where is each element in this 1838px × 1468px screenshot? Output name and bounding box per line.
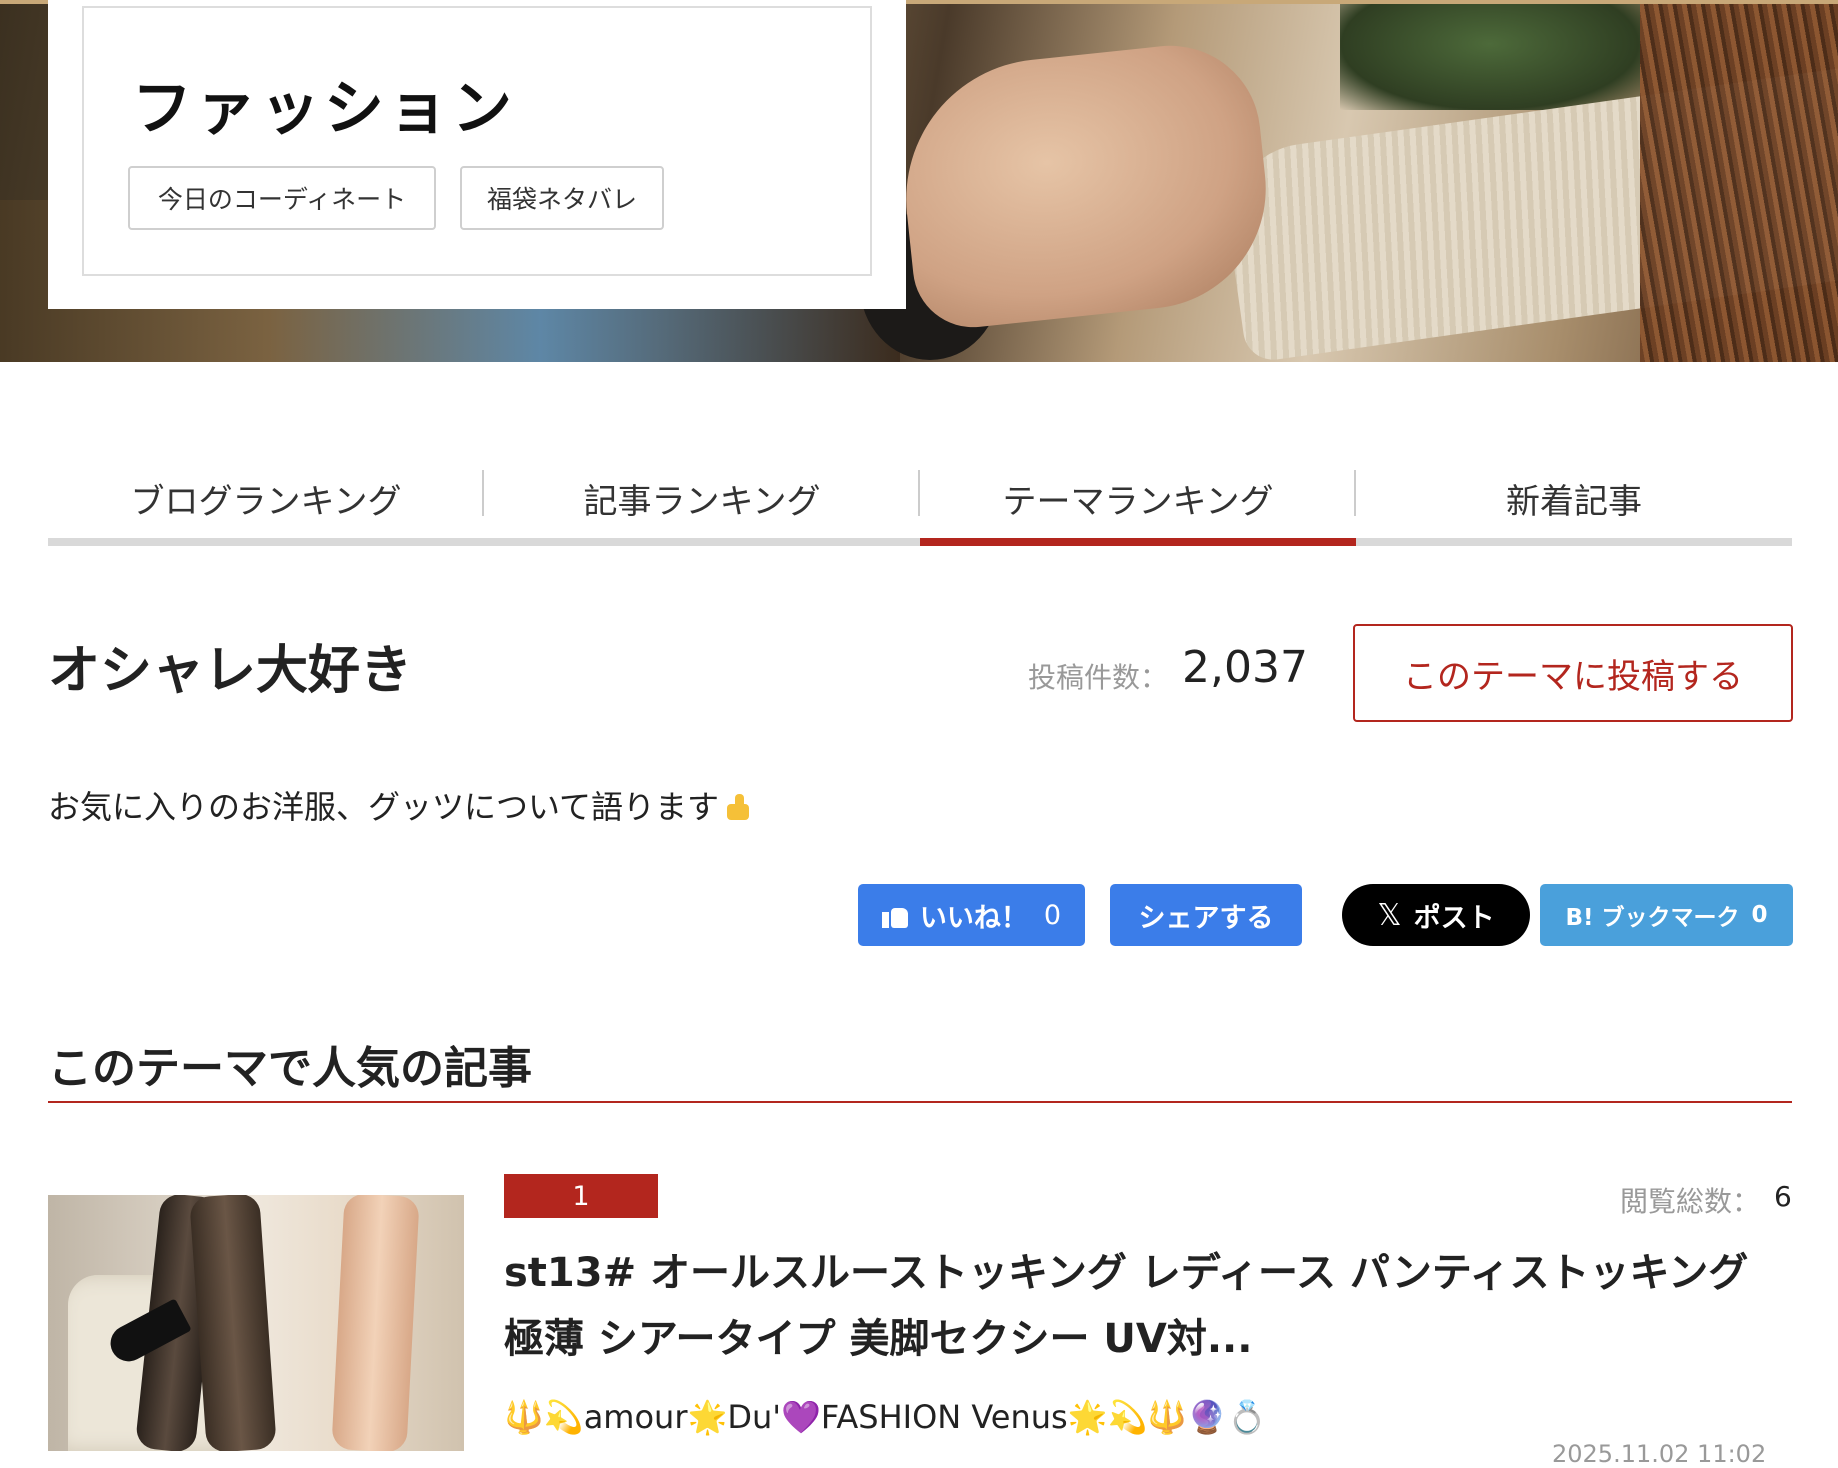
post-count-value: 2,037 xyxy=(1182,642,1308,693)
thumbnail-leg xyxy=(331,1195,420,1451)
hero-photo-hand xyxy=(892,36,1278,334)
tab-article-ranking[interactable]: 記事ランキング xyxy=(484,450,920,546)
hero-photo-foliage xyxy=(1340,0,1640,110)
hero-banner: ファッション 今日のコーディネート 福袋ネタバレ xyxy=(0,0,1838,362)
hatena-label: B! ブックマーク xyxy=(1565,905,1740,931)
views-label: 閲覧総数： xyxy=(1620,1185,1761,1218)
facebook-share-button[interactable]: シェアする xyxy=(1110,884,1302,946)
x-post-label: ポスト xyxy=(1413,902,1495,934)
theme-title: オシャレ大好き xyxy=(48,641,413,701)
hero-photo-hair xyxy=(1640,0,1838,362)
like-label: いいね！ xyxy=(919,902,1028,934)
ranking-tabs: ブログランキング 記事ランキング テーマランキング 新着記事 xyxy=(48,450,1792,546)
tag-button-lucky-bag[interactable]: 福袋ネタバレ xyxy=(460,166,664,230)
category-card-frame: ファッション 今日のコーディネート 福袋ネタバレ xyxy=(82,6,872,276)
category-title: ファッション xyxy=(132,74,516,144)
rank-badge: 1 xyxy=(504,1174,658,1218)
x-logo-icon: 𝕏 xyxy=(1377,897,1402,933)
section-divider xyxy=(48,1101,1792,1103)
article-title-link[interactable]: st13# オールスルーストッキング レディース パンティストッキング 極薄 シ… xyxy=(504,1240,1794,1372)
tag-button-coordinate[interactable]: 今日のコーディネート xyxy=(128,166,436,230)
thumbs-up-icon xyxy=(881,902,908,928)
like-count: 0 xyxy=(1043,899,1062,931)
thumbs-up-icon xyxy=(723,792,753,822)
article-thumbnail[interactable] xyxy=(48,1195,464,1451)
views-count: 6 xyxy=(1774,1180,1792,1213)
tab-blog-ranking[interactable]: ブログランキング xyxy=(48,450,484,546)
theme-description-text: お気に入りのお洋服、グッツについて語ります xyxy=(48,788,720,826)
category-card: ファッション 今日のコーディネート 福袋ネタバレ xyxy=(48,0,906,309)
facebook-like-button[interactable]: いいね！ 0 xyxy=(858,884,1085,946)
x-post-button[interactable]: 𝕏 ポスト xyxy=(1342,884,1530,946)
hatena-bookmark-button[interactable]: B! ブックマーク 0 xyxy=(1540,884,1793,946)
theme-description: お気に入りのお洋服、グッツについて語ります xyxy=(48,782,753,828)
article-date: 2025.11.02 11:02 xyxy=(1552,1440,1767,1468)
tab-new-articles[interactable]: 新着記事 xyxy=(1356,450,1792,546)
popular-articles-heading: このテーマで人気の記事 xyxy=(48,1043,532,1094)
tab-theme-ranking[interactable]: テーマランキング xyxy=(920,450,1356,546)
tab-active-indicator xyxy=(920,538,1356,546)
blog-name-link[interactable]: 🔱💫amour🌟Du'💜FASHION Venus🌟💫🔱🔮💍 xyxy=(504,1398,1267,1436)
post-count-label: 投稿件数： xyxy=(1028,661,1169,694)
post-to-theme-button[interactable]: このテーマに投稿する xyxy=(1353,624,1793,722)
hatena-count: 0 xyxy=(1751,902,1768,928)
